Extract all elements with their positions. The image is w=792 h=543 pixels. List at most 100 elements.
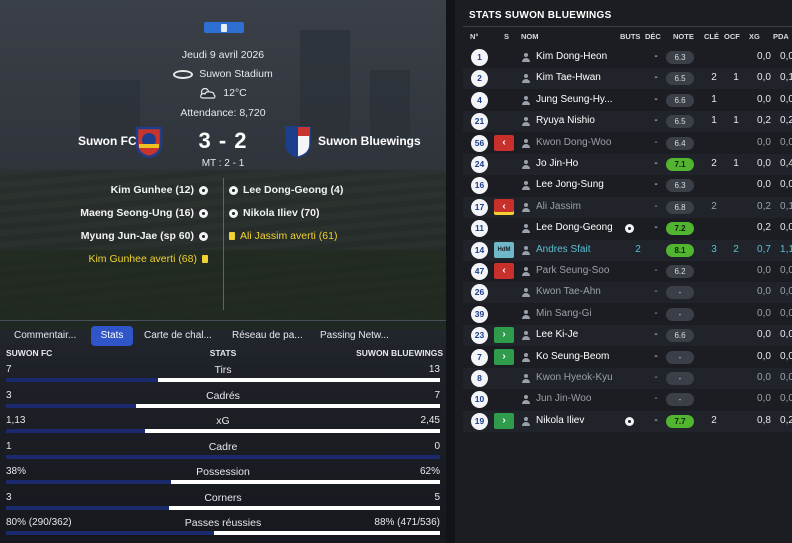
player-name[interactable]: Ko Seung-Beom: [536, 351, 609, 362]
event-text: Kim Gunhee (12): [110, 184, 194, 196]
player-name[interactable]: Ali Jassim: [536, 201, 581, 212]
player-row[interactable]: 17 ‹ Ali Jassim - 2 0,2 0,1 6.8: [463, 196, 792, 218]
player-name[interactable]: Kwon Dong-Woo: [536, 137, 611, 148]
tab-commentaire[interactable]: Commentair...: [8, 326, 82, 346]
stat-bar: [6, 403, 440, 408]
stat-dec: -: [654, 286, 658, 298]
stat-cle: 1: [711, 115, 717, 127]
away-team-crest[interactable]: [283, 124, 313, 158]
stat-cle: 3: [711, 243, 717, 255]
column-header-cle[interactable]: CLÉ: [704, 32, 719, 41]
stat-xg: 0,0: [757, 393, 771, 405]
player-row[interactable]: 24 Jo Jin-Ho - 2 1 0,0 0,4 7.1: [463, 154, 792, 175]
event-text: Maeng Seong-Ung (16): [80, 207, 194, 219]
player-name[interactable]: Kwon Hyeok-Kyu: [536, 372, 613, 383]
stat-away-value: 62%: [419, 466, 440, 477]
player-name[interactable]: Andres Sfait: [536, 244, 590, 255]
player-row[interactable]: 4 Jung Seung-Hy... - 1 0,0 0,0 6.6: [463, 90, 792, 111]
away-team-name[interactable]: Suwon Bluewings: [318, 134, 421, 148]
column-header-buts[interactable]: BUTS: [620, 32, 640, 41]
player-row[interactable]: 10 Jun Jin-Woo - 0,0 0,0 -: [463, 389, 792, 410]
player-row[interactable]: 21 Ryuya Nishio - 1 1 0,2 0,2 6.5: [463, 111, 792, 133]
player-row[interactable]: 11 Lee Dong-Geong - 0,2 0,0 7.2: [463, 218, 792, 239]
stadium-name: Suwon Stadium: [199, 68, 273, 80]
player-row[interactable]: 7 › Ko Seung-Beom - 0,0 0,0 -: [463, 347, 792, 368]
player-name[interactable]: Park Seung-Soo: [536, 265, 609, 276]
player-rating: 6.3: [666, 51, 694, 64]
stat-name: Corners: [204, 491, 242, 504]
player-name[interactable]: Jun Jin-Woo: [536, 393, 591, 404]
person-icon: [522, 267, 530, 276]
stat-xg: 0,0: [757, 136, 771, 148]
stat-xg: 0,0: [757, 179, 771, 191]
player-row[interactable]: 47 ‹ Park Seung-Soo - 0,0 0,0 6.2: [463, 261, 792, 282]
stat-row: 3 Cadrés 7: [0, 390, 446, 415]
substituted-in-icon: ›: [494, 348, 514, 365]
player-row[interactable]: 14 HdM Andres Sfait 2 3 2 0,7 1,1 8.1: [463, 239, 792, 261]
column-header-sub[interactable]: S: [504, 32, 509, 41]
player-row[interactable]: 1 Kim Dong-Heon - 0,0 0,0 6.3: [463, 47, 792, 68]
player-name[interactable]: Jung Seung-Hy...: [536, 94, 613, 105]
away-event: Lee Dong-Geong (4): [229, 184, 343, 196]
home-team-name[interactable]: Suwon FC: [78, 134, 137, 148]
player-name[interactable]: Kim Tae-Hwan: [536, 72, 601, 83]
player-row[interactable]: 56 ‹ Kwon Dong-Woo - 0,0 0,0 6.4: [463, 133, 792, 154]
person-icon: [522, 117, 530, 127]
shirt-number: 1: [471, 49, 488, 66]
stat-cle: 2: [711, 414, 717, 426]
player-rating: -: [666, 307, 694, 321]
tab-reseau-de-passes[interactable]: Réseau de pa...: [226, 326, 309, 346]
stat-bar: [6, 429, 440, 433]
column-header-note[interactable]: NOTE: [673, 32, 694, 41]
person-icon: [522, 374, 530, 383]
player-name[interactable]: Kim Dong-Heon: [536, 51, 607, 62]
tab-passing-network[interactable]: Passing Netw...: [314, 326, 395, 346]
person-icon: [522, 331, 530, 341]
man-of-the-match-badge: HdM: [494, 241, 514, 258]
stat-row: 7 Tirs 13: [0, 364, 446, 389]
tab-carte-de-chaleur[interactable]: Carte de chal...: [138, 326, 218, 346]
player-row[interactable]: 16 Lee Jong-Sung - 0,0 0,0 6.3: [463, 175, 792, 196]
player-stats-panel: STATS SUWON BLUEWINGS N° S NOM BUTS DÉC …: [455, 0, 792, 543]
player-rating: -: [666, 286, 694, 300]
player-name[interactable]: Kwon Tae-Ahn: [536, 286, 601, 297]
player-rating: 6.3: [666, 179, 694, 193]
tab-stats[interactable]: Stats: [91, 326, 133, 346]
goal-ball-icon: [625, 224, 634, 234]
stat-xg: 0,8: [757, 414, 771, 426]
player-row[interactable]: 23 › Lee Ki-Je - 0,0 0,0 6.6: [463, 325, 792, 347]
column-header-pda[interactable]: PDA: [773, 32, 789, 41]
stat-bar-home-fill: [6, 505, 169, 510]
player-name[interactable]: Nikola Iliev: [536, 415, 584, 426]
player-name[interactable]: Min Sang-Gi: [536, 308, 592, 319]
player-row[interactable]: 19 › Nikola Iliev - 2 0,8 0,2 7.7: [463, 410, 792, 432]
column-header-num[interactable]: N°: [470, 32, 478, 41]
column-header-name[interactable]: NOM: [521, 32, 539, 41]
stat-away-value: 13: [428, 364, 440, 375]
stat-ocf: 1: [733, 115, 739, 127]
column-header-xg[interactable]: XG: [749, 32, 760, 41]
player-name[interactable]: Jo Jin-Ho: [536, 158, 578, 169]
player-row[interactable]: 2 Kim Tae-Hwan - 2 1 0,0 0,1 6.5: [463, 68, 792, 90]
player-name[interactable]: Lee Dong-Geong: [536, 222, 613, 233]
player-row[interactable]: 39 Min Sang-Gi - 0,0 0,0 -: [463, 304, 792, 325]
home-team-crest[interactable]: [133, 124, 165, 158]
player-name[interactable]: Ryuya Nishio: [536, 115, 595, 126]
stat-pda: 1,1: [780, 243, 792, 255]
stat-bar-home-fill: [6, 429, 145, 433]
shirt-number: 11: [471, 220, 488, 238]
player-rating: -: [666, 372, 694, 385]
player-row[interactable]: 8 Kwon Hyeok-Kyu - 0,0 0,0 -: [463, 368, 792, 389]
stat-row: 1,13 xG 2,45: [0, 415, 446, 440]
column-header-ocf[interactable]: OCF: [724, 32, 740, 41]
shirt-number: 7: [471, 348, 488, 366]
player-name[interactable]: Lee Jong-Sung: [536, 179, 604, 190]
stat-cle: 2: [711, 72, 717, 84]
home-event: Myung Jun-Jae (sp 60): [81, 230, 208, 242]
stats-header-away: SUWON BLUEWINGS: [356, 348, 443, 358]
player-name[interactable]: Lee Ki-Je: [536, 329, 578, 340]
player-row[interactable]: 26 Kwon Tae-Ahn - 0,0 0,0 -: [463, 282, 792, 304]
stat-dec: -: [654, 329, 658, 341]
stat-away-value: 7: [434, 389, 440, 401]
column-header-dec[interactable]: DÉC: [645, 32, 661, 41]
